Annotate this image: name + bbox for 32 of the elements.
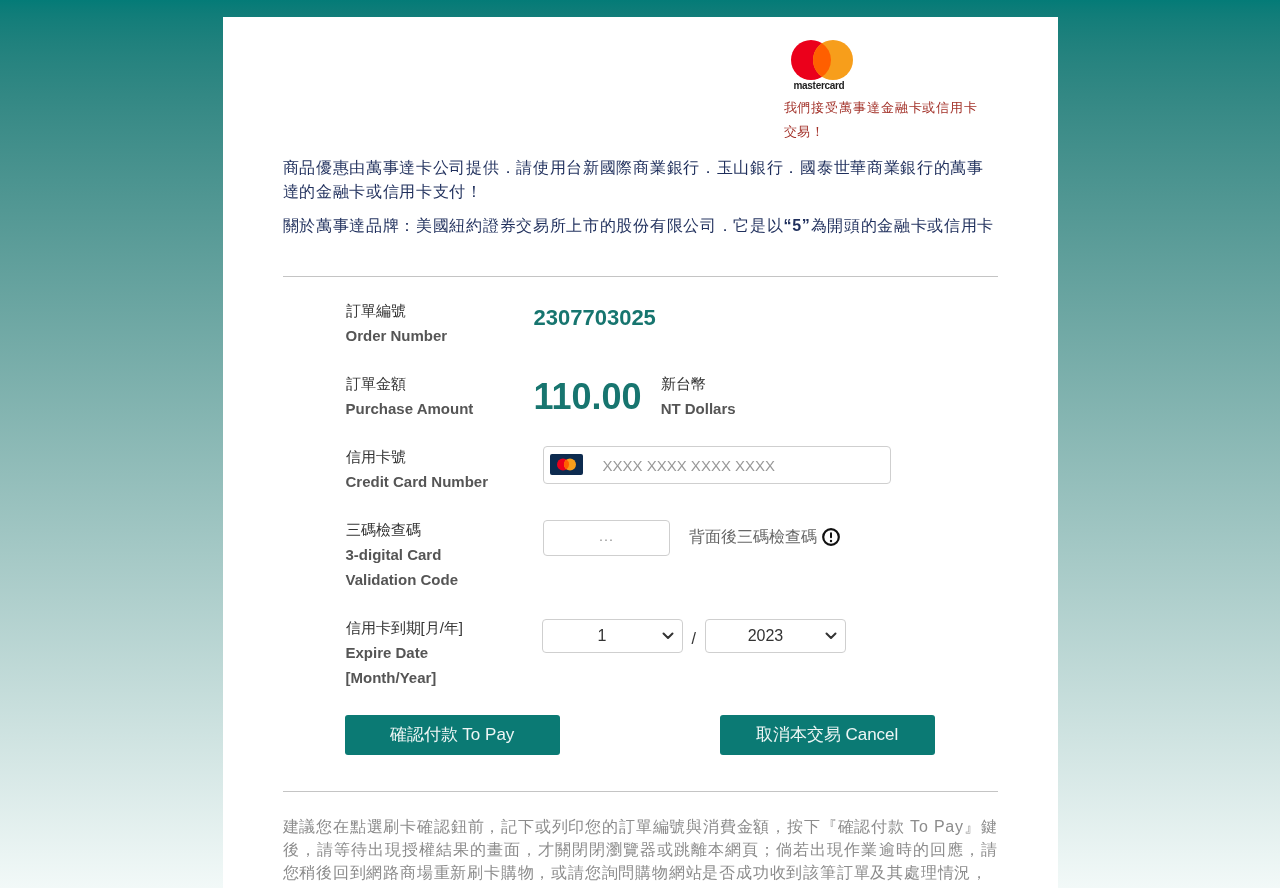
month-select[interactable]: 1 — [541, 619, 683, 653]
intro-paragraph: 商品優惠由萬事達卡公司提供．請使用台新國際商業銀行．玉山銀行．國泰世華商業銀行的萬事達的金融卡或信用卡支付！ — [282, 158, 985, 202]
card-number-field[interactable]: XXXX XXXX XXXX XXXX — [542, 446, 891, 484]
field-label: 訂單金額 — [345, 374, 407, 394]
chevron-down-icon — [824, 632, 837, 640]
field-label: Purchase Amount — [345, 399, 475, 419]
currency-label: NT Dollars — [660, 399, 736, 419]
action-button[interactable]: 確認付款 To Pay — [344, 715, 560, 755]
overlapping-circles-logo — [790, 40, 853, 80]
year-select[interactable]: 2023 — [704, 619, 846, 653]
date-separator: / — [691, 629, 696, 649]
field-label: Expire Date [Month/Year] — [345, 643, 438, 688]
field-label: 訂單編號 — [345, 301, 407, 321]
cvv-hint: 背面後三碼檢查碼 — [688, 527, 817, 547]
currency-label: 新台幣 — [660, 374, 707, 394]
field-label: 3-digital Card Validation Code — [345, 545, 459, 590]
field-label: 信用卡到期[月/年] — [345, 618, 464, 638]
action-button[interactable]: 取消本交易 Cancel — [719, 715, 935, 755]
field-label: 三碼檢查碼 — [345, 520, 422, 540]
exclamation-circle-icon[interactable] — [821, 528, 840, 546]
purchase-amount: 110.00 — [533, 377, 642, 417]
chevron-down-icon — [661, 632, 674, 640]
order-number: 2307703025 — [533, 304, 656, 332]
card-logo-icon — [549, 454, 583, 475]
accepted-cards-note: 我們接受萬事達金融卡或信用卡交易！ — [783, 99, 980, 141]
cvv-field[interactable]: ··· — [542, 520, 670, 556]
logo-wordmark: mastercard — [793, 80, 845, 91]
payment-notice: 建議您在點選刷卡確認鈕前，記下或列印您的訂單編號與消費金額，按下『確認付款 To Pay』鍵後，請等待出現授權結果的畫面，才關閉閉瀏覽器或跳離本網頁；倘若出現作業逾時的回應，請您稍後回到網路商場重新刷卡購物，或請您詢問購物網站是否成功收到該筆訂單及其處理情況， — [282, 817, 998, 883]
intro-paragraph: 關於萬事達品牌：美國紐約證券交易所上市的股份有限公司．它是以“5”為開頭的金融卡或信用卡 — [282, 216, 996, 236]
field-label: Credit Card Number — [345, 472, 490, 492]
field-label: 信用卡號 — [345, 447, 407, 467]
field-label: Order Number — [345, 326, 449, 346]
